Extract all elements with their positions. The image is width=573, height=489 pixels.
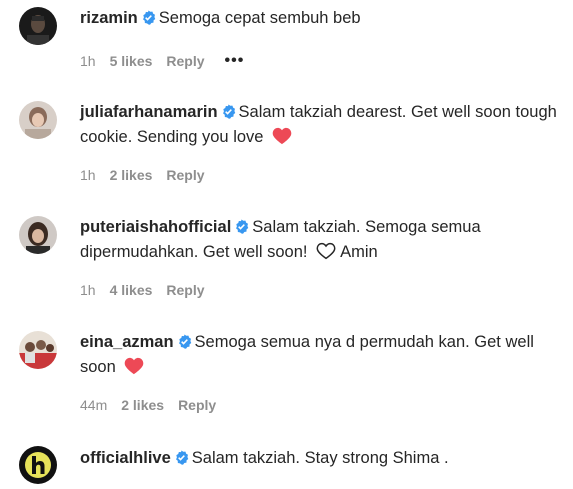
more-options-icon[interactable]: ••• (225, 52, 245, 70)
comment-meta: 1h 4 likes Reply (80, 282, 219, 298)
comment-username[interactable]: puteriaishahofficial (80, 218, 231, 236)
comment-username[interactable]: juliafarhanamarin (80, 103, 218, 121)
heart-icon (125, 357, 144, 375)
reply-button[interactable]: Reply (166, 53, 204, 69)
comment-body: Semoga cepat sembuh beb (158, 9, 361, 27)
comment-time: 44m (80, 397, 108, 413)
verified-badge-icon (175, 450, 189, 465)
comment-text: eina_azman Semoga semua nya d permudah ka… (80, 330, 560, 380)
avatar[interactable] (19, 331, 57, 369)
comment-body: Salam takziah. Stay strong Shima . (191, 449, 449, 467)
verified-badge-icon (178, 334, 191, 349)
comment-body-tail: Amin (340, 243, 378, 261)
heart-outline-icon (316, 242, 336, 260)
comment-time: 1h (80, 53, 96, 69)
comment-text: officialhlive Salam takziah. Stay strong … (80, 446, 560, 471)
verified-badge-icon (222, 104, 235, 119)
comment-likes[interactable]: 2 likes (121, 397, 164, 413)
comment-text: juliafarhanamarin Salam takziah dearest. … (80, 100, 560, 150)
comment-likes[interactable]: 5 likes (110, 53, 153, 69)
avatar[interactable] (19, 7, 57, 45)
comment-likes[interactable]: 4 likes (110, 282, 153, 298)
avatar[interactable] (19, 446, 57, 484)
heart-icon (272, 127, 292, 145)
avatar[interactable] (19, 216, 57, 254)
verified-badge-icon (236, 219, 249, 234)
comment-time: 1h (80, 282, 96, 298)
reply-button[interactable]: Reply (178, 397, 216, 413)
avatar[interactable] (19, 101, 57, 139)
comment-meta: 1h 2 likes Reply (80, 167, 219, 183)
comment-text: puteriaishahofficial Salam takziah. Semog… (80, 215, 560, 265)
comment-username[interactable]: eina_azman (80, 333, 174, 351)
comment-meta: 1h 5 likes Reply ••• (80, 52, 258, 70)
comment-username[interactable]: officialhlive (80, 449, 171, 467)
comment-username[interactable]: rizamin (80, 9, 138, 27)
comment-text: rizamin Semoga cepat sembuh beb (80, 6, 560, 31)
reply-button[interactable]: Reply (166, 167, 204, 183)
comment-likes[interactable]: 2 likes (110, 167, 153, 183)
comment-meta: 44m 2 likes Reply (80, 397, 230, 413)
comment-time: 1h (80, 167, 96, 183)
verified-badge-icon (142, 10, 156, 25)
reply-button[interactable]: Reply (166, 282, 204, 298)
